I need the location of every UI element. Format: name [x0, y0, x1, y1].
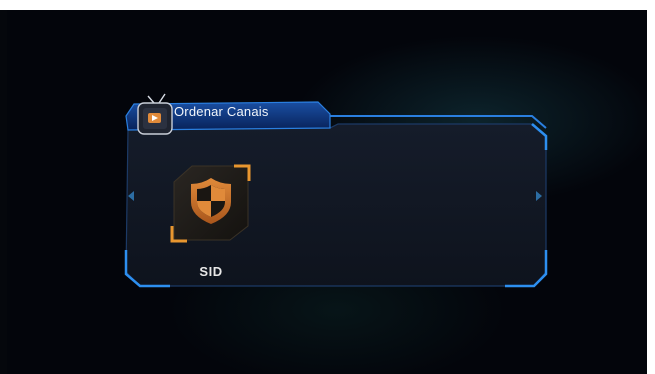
dialog-title: Ordenar Canais	[174, 104, 269, 119]
sid-item-label[interactable]: SID	[190, 264, 232, 279]
scroll-left-arrow-icon[interactable]	[128, 191, 134, 201]
scroll-right-arrow-icon[interactable]	[536, 191, 542, 201]
tv-logo-icon	[137, 93, 173, 135]
dialog-frame	[124, 93, 548, 288]
sid-item-tile[interactable]	[170, 164, 251, 243]
